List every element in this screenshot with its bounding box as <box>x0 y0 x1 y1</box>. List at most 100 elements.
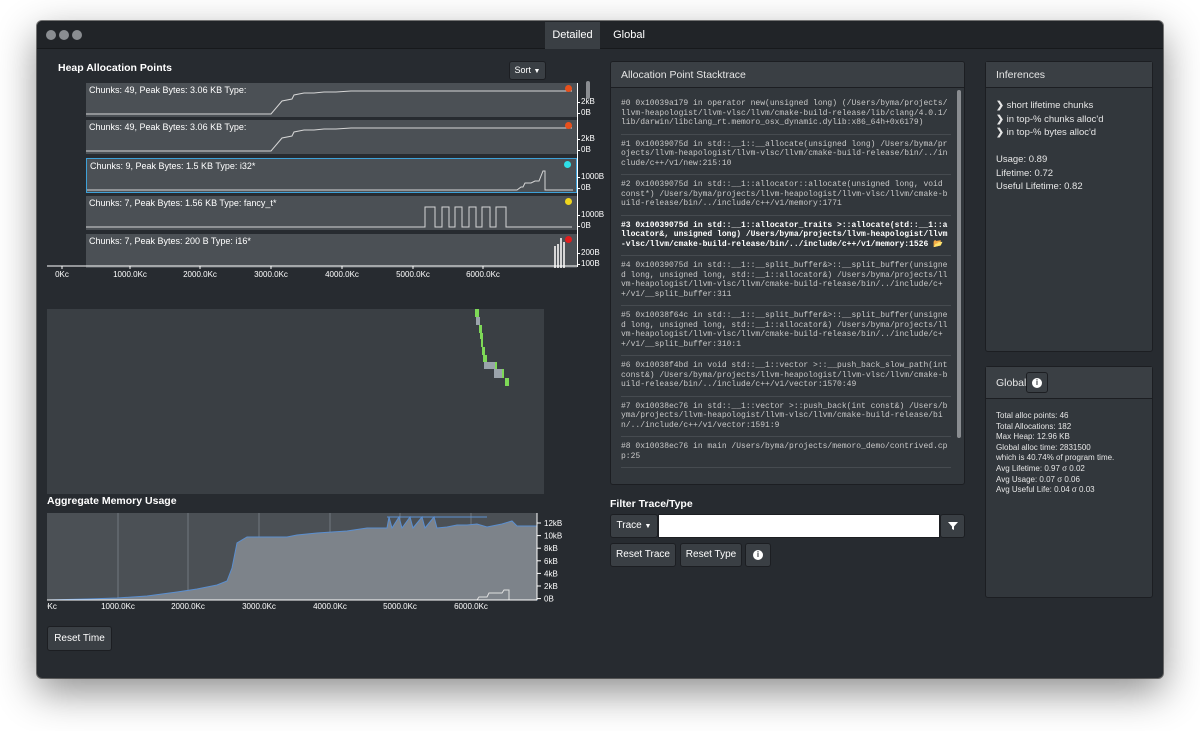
heap-allocation-color-marker <box>565 122 572 129</box>
reset-time-button[interactable]: Reset Time <box>47 626 112 651</box>
filter-type-dropdown[interactable]: Trace ▼ <box>610 514 658 538</box>
aggregate-y-tick-label: 8kB <box>544 544 558 553</box>
heap-x-tick-label: 1000.0Kc <box>113 270 147 279</box>
global-stat: Max Heap: 12.96 KB <box>996 432 1070 442</box>
chunk-timeline-block <box>495 362 497 369</box>
minimize-window-dot-icon[interactable] <box>59 30 69 40</box>
caret-down-icon: ▼ <box>533 68 541 75</box>
heap-allocation-row[interactable]: Chunks: 9, Peak Bytes: 1.5 KB Type: i32* <box>86 158 577 193</box>
heap-row-y-tick: 0B <box>581 183 591 192</box>
stacktrace-frame[interactable]: #3 0x10039075d in std::__1::allocator_tr… <box>621 216 951 256</box>
stacktrace-frame[interactable]: #1 0x10039075d in std::__1::__allocate(u… <box>621 135 951 175</box>
stacktrace-frame[interactable]: #2 0x10039075d in std::__1::allocator::a… <box>621 175 951 216</box>
inference-stat: Lifetime: 0.72 <box>996 167 1054 179</box>
app-window: Detailed Global Heap Allocation Points S… <box>37 21 1163 678</box>
chunk-timeline-block <box>479 325 482 333</box>
aggregate-memory-chart[interactable]: 12kB 10kB 8kB 6kB 4kB 2kB 0B 0Kc 1000.0Kc 2000.0K… <box>47 513 587 616</box>
inference-stat: Usage: 0.89 <box>996 154 1048 165</box>
chunk-timeline-block <box>480 333 483 339</box>
inference-item[interactable]: ❯ in top-% bytes alloc'd <box>996 127 1103 141</box>
heap-x-tick-label: 4000.0Kc <box>325 270 359 279</box>
inference-item-label: in top-% chunks alloc'd <box>1006 113 1104 125</box>
chunk-timeline-panel[interactable] <box>47 309 544 494</box>
titlebar: Detailed Global <box>37 21 1163 49</box>
heap-allocation-row[interactable]: Chunks: 7, Peak Bytes: 200 B Type: i16* <box>86 234 577 269</box>
global-stat: Avg Useful Life: 0.04 σ 0.03 <box>996 485 1095 495</box>
filter-funnel-button[interactable] <box>940 514 965 538</box>
heap-row-y-tick: 0B <box>581 221 591 230</box>
inferences-panel: Inferences ❯ short lifetime chunks ❯ in t… <box>985 61 1153 352</box>
aggregate-y-tick-label: 6kB <box>544 557 558 566</box>
heap-allocation-label: Chunks: 49, Peak Bytes: 3.06 KB Type: <box>89 122 247 132</box>
global-stat: Global alloc time: 2831500 <box>996 442 1091 452</box>
aggregate-x-tick-label: 0Kc <box>47 602 57 611</box>
heap-allocation-color-marker <box>565 85 572 92</box>
chevron-right-icon: ❯ <box>996 127 1007 138</box>
chunk-timeline-block <box>482 347 485 355</box>
sort-label: Sort <box>514 65 532 75</box>
tab-detailed[interactable]: Detailed <box>545 22 600 49</box>
caret-down-icon: ▼ <box>644 523 652 530</box>
sort-dropdown-button[interactable]: Sort ▼ <box>509 61 546 80</box>
zoom-window-dot-icon[interactable] <box>72 30 82 40</box>
global-info-button[interactable]: i <box>1026 372 1048 393</box>
filter-input[interactable] <box>658 514 940 538</box>
aggregate-y-tick-label: 10kB <box>544 532 562 541</box>
inferences-list: ❯ short lifetime chunks ❯ in top-% chunks… <box>996 100 1103 141</box>
inferences-stats: Usage: 0.89 Lifetime: 0.72 Useful Lifetime… <box>996 154 1083 195</box>
stacktrace-frame[interactable]: #0 0x10039a179 in operator new(unsigned … <box>621 94 951 135</box>
tab-global[interactable]: Global <box>602 22 656 49</box>
inference-item-label: short lifetime chunks <box>1006 100 1094 111</box>
heap-x-tick-label: 2000.0Kc <box>183 270 217 279</box>
heap-x-tick-label: 3000.0Kc <box>254 270 288 279</box>
heap-allocation-row[interactable]: Chunks: 49, Peak Bytes: 3.06 KB Type: <box>86 83 577 118</box>
heap-allocation-color-marker <box>565 236 572 243</box>
global-panel: Global i Total alloc points: 46 Total All… <box>985 366 1153 598</box>
heap-row-y-tick: 200B <box>581 248 600 257</box>
inferences-title: Inferences <box>986 62 1152 88</box>
inference-item-label: in top-% bytes alloc'd <box>1006 127 1097 138</box>
heap-allocation-line <box>86 206 572 228</box>
aggregate-memory-title: Aggregate Memory Usage <box>47 495 177 507</box>
stacktrace-frame[interactable]: #6 0x10038f4bd in void std::__1::vector … <box>621 356 951 397</box>
inference-item[interactable]: ❯ in top-% chunks alloc'd <box>996 114 1103 128</box>
chunk-timeline-block <box>507 378 509 386</box>
chunk-timeline-block <box>475 309 479 317</box>
reset-type-button[interactable]: Reset Type <box>680 543 742 567</box>
info-icon: i <box>753 550 763 560</box>
close-window-dot-icon[interactable] <box>46 30 56 40</box>
filter-info-button[interactable]: i <box>745 543 771 567</box>
heap-allocation-row[interactable]: Chunks: 7, Peak Bytes: 1.56 KB Type: fan… <box>86 196 577 231</box>
stacktrace-frame[interactable]: #4 0x10039075d in std::__1::__split_buff… <box>621 256 951 306</box>
aggregate-y-tick-label: 0B <box>544 595 554 604</box>
heap-row-y-tick: 1000B <box>581 210 605 219</box>
heap-x-tick-label: 0Kc <box>55 270 69 279</box>
stacktrace-frame[interactable]: #7 0x10038ec76 in std::__1::vector >::pu… <box>621 397 951 437</box>
aggregate-y-tick-label: 4kB <box>544 569 558 578</box>
heap-allocation-row[interactable]: Chunks: 49, Peak Bytes: 3.06 KB Type: <box>86 120 577 155</box>
heap-x-tick-label: 5000.0Kc <box>396 270 430 279</box>
heap-allocation-title: Heap Allocation Points <box>58 62 172 74</box>
global-stat: Total alloc points: 46 <box>996 411 1069 420</box>
inference-item[interactable]: ❯ short lifetime chunks <box>996 100 1103 114</box>
chunk-timeline-block <box>476 317 480 325</box>
stacktrace-frame[interactable]: #5 0x10038f64c in std::__1::__split_buff… <box>621 306 951 356</box>
heap-scrollbar[interactable] <box>586 81 590 99</box>
stacktrace-frame[interactable]: #8 0x10038ec76 in main /Users/byma/proje… <box>621 437 951 468</box>
heap-row-y-tick: 0B <box>581 145 591 154</box>
heap-allocation-color-marker <box>565 198 572 205</box>
stacktrace-panel: Allocation Point Stacktrace #0 0x10039a1… <box>610 61 965 485</box>
stacktrace-title: Allocation Point Stacktrace <box>611 62 964 88</box>
heap-row-y-tick: 1000B <box>581 172 605 181</box>
reset-trace-button[interactable]: Reset Trace <box>610 543 676 567</box>
heap-row-y-tick: 2kB <box>581 134 595 143</box>
stacktrace-list[interactable]: #0 0x10039a179 in operator new(unsigned … <box>621 94 951 482</box>
funnel-icon <box>947 522 958 530</box>
chunk-timeline-block <box>505 378 507 386</box>
stacktrace-scrollbar[interactable] <box>957 90 961 438</box>
global-header: Global i <box>986 367 1152 399</box>
aggregate-x-tick-label: 4000.0Kc <box>313 602 347 611</box>
heap-allocation-color-marker <box>564 161 571 168</box>
heap-allocation-bar <box>560 238 562 268</box>
global-title: Global <box>996 377 1027 389</box>
